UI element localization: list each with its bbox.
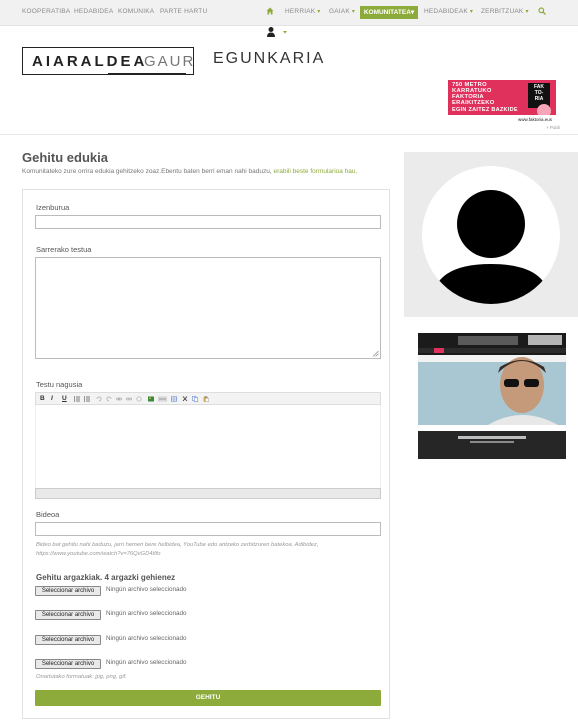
anchor-icon[interactable] <box>136 396 142 402</box>
bold-button[interactable]: B <box>40 395 45 402</box>
nav-item-kooperatiba[interactable]: KOOPERATIBA <box>22 8 70 15</box>
numbered-list-icon[interactable] <box>84 396 90 402</box>
undo-icon[interactable] <box>96 396 102 402</box>
event-form-link[interactable]: erabili beste formularioa hau. <box>274 168 358 175</box>
lead-label: Sarrerako testua <box>36 245 92 254</box>
cut-icon[interactable] <box>182 396 188 402</box>
file-status-4: Ningún archivo seleccionado <box>106 659 187 666</box>
title-label: Izenburua <box>36 203 70 212</box>
copy-icon[interactable] <box>192 396 198 402</box>
ad-footer: www.faktoria.eus <box>448 115 556 124</box>
link-icon[interactable] <box>116 396 122 402</box>
redo-icon[interactable] <box>106 396 112 402</box>
avatar[interactable] <box>422 166 560 304</box>
title-input[interactable] <box>35 215 381 229</box>
formats-hint: Onartutako formatuak: jpg, png, gif. <box>36 674 127 680</box>
logo-underline <box>108 73 186 75</box>
file-button-1[interactable]: Seleccionar archivo <box>35 586 101 596</box>
chevron-down-icon: ▾ <box>317 9 321 15</box>
table-icon[interactable] <box>171 396 177 402</box>
chevron-down-icon: ▾ <box>410 9 415 16</box>
file-status-3: Ningún archivo seleccionado <box>106 635 187 642</box>
chevron-down-icon: ▾ <box>351 9 356 15</box>
images-label: Gehitu argazkiak. 4 argazki gehienez <box>36 573 176 582</box>
editor-toolbar: B I U <box>35 392 381 405</box>
file-button-3[interactable]: Seleccionar archivo <box>35 635 101 645</box>
search-icon[interactable] <box>538 7 546 15</box>
nav-item-hedabidea[interactable]: HEDABIDEA <box>74 8 113 15</box>
body-label: Testu nagusia <box>36 380 83 389</box>
header-divider <box>0 134 578 135</box>
ad-label: + Publi <box>546 125 560 130</box>
top-nav: KOOPERATIBA HEDABIDEA KOMUNIKA PARTE HAR… <box>0 0 578 26</box>
lead-textarea[interactable] <box>35 257 381 359</box>
chevron-down-icon <box>283 31 287 34</box>
user-placeholder-icon <box>432 190 550 304</box>
user-menu[interactable] <box>266 26 296 38</box>
editor-statusbar <box>35 488 381 499</box>
submit-button[interactable]: GEHITU <box>35 690 381 706</box>
ad-text-line: EGIN ZAITEZ BAZKIDE <box>452 107 518 113</box>
body-editor[interactable] <box>35 405 381 488</box>
video-hint: Bideo bat gehitu nahi baduzu, jarri heme… <box>36 542 319 557</box>
video-label: Bideoa <box>36 510 60 519</box>
file-status-1: Ningún archivo seleccionado <box>106 586 187 593</box>
intro-body: Komunitateko zure orrira edukia gehitzek… <box>22 168 274 175</box>
chevron-down-icon: ▾ <box>469 9 474 15</box>
paste-icon[interactable] <box>203 396 209 402</box>
nav-label-komunitatea: KOMUNITATEA <box>363 9 411 16</box>
logo-text-light: GAUR <box>144 53 196 70</box>
nav-item-hedabideak[interactable]: HEDABIDEAK ▾ <box>424 8 473 15</box>
nav-item-herriak[interactable]: HERRIAK ▾ <box>285 8 321 15</box>
unlink-icon[interactable] <box>126 396 132 402</box>
file-status-2: Ningún archivo seleccionado <box>106 610 187 617</box>
nav-item-gaiak[interactable]: GAIAK ▾ <box>329 8 355 15</box>
resize-handle-icon[interactable] <box>372 350 379 357</box>
intro-text: Komunitateko zure orrira edukia gehitzek… <box>22 167 372 176</box>
html-icon[interactable] <box>158 396 167 402</box>
italic-button[interactable]: I <box>51 395 53 402</box>
file-button-4[interactable]: Seleccionar archivo <box>35 659 101 669</box>
chevron-down-icon: ▾ <box>525 9 529 15</box>
nav-label-hedabideak: HEDABIDEAK <box>424 8 468 15</box>
file-button-2[interactable]: Seleccionar archivo <box>35 610 101 620</box>
ad-text-line: ERAIKITZEKO <box>452 100 495 106</box>
site-logo[interactable]: AIARALDEA GAUR <box>22 47 194 75</box>
video-input[interactable] <box>35 522 381 536</box>
profile-panel <box>404 152 578 317</box>
image-icon[interactable] <box>148 396 154 402</box>
nav-label-herriak: HERRIAK <box>285 8 316 15</box>
user-icon <box>267 27 275 37</box>
page-title: Gehitu edukia <box>22 150 108 165</box>
nav-item-zerbitzuak[interactable]: ZERBITZUAK ▾ <box>481 8 529 15</box>
nav-label-zerbitzuak: ZERBITZUAK <box>481 8 524 15</box>
home-icon[interactable] <box>266 7 274 15</box>
logo-text-bold: AIARALDEA <box>32 53 148 70</box>
sidebar-preview-image[interactable] <box>418 333 566 459</box>
bullet-list-icon[interactable] <box>74 396 80 402</box>
nav-item-parte-hartu[interactable]: PARTE HARTU <box>160 8 207 15</box>
logo-subtitle: EGUNKARIA <box>213 50 326 67</box>
ad-banner[interactable]: 750 METRO KARRATUKO FAKTORIA ERAIKITZEKO… <box>448 80 556 124</box>
nav-item-komunika[interactable]: KOMUNIKA <box>118 8 154 15</box>
underline-button[interactable]: U <box>62 395 67 402</box>
nav-item-komunitatea[interactable]: KOMUNITATEA▾ <box>360 6 418 19</box>
ad-logo-line: RIA <box>534 96 544 102</box>
nav-label-gaiak: GAIAK <box>329 8 350 15</box>
